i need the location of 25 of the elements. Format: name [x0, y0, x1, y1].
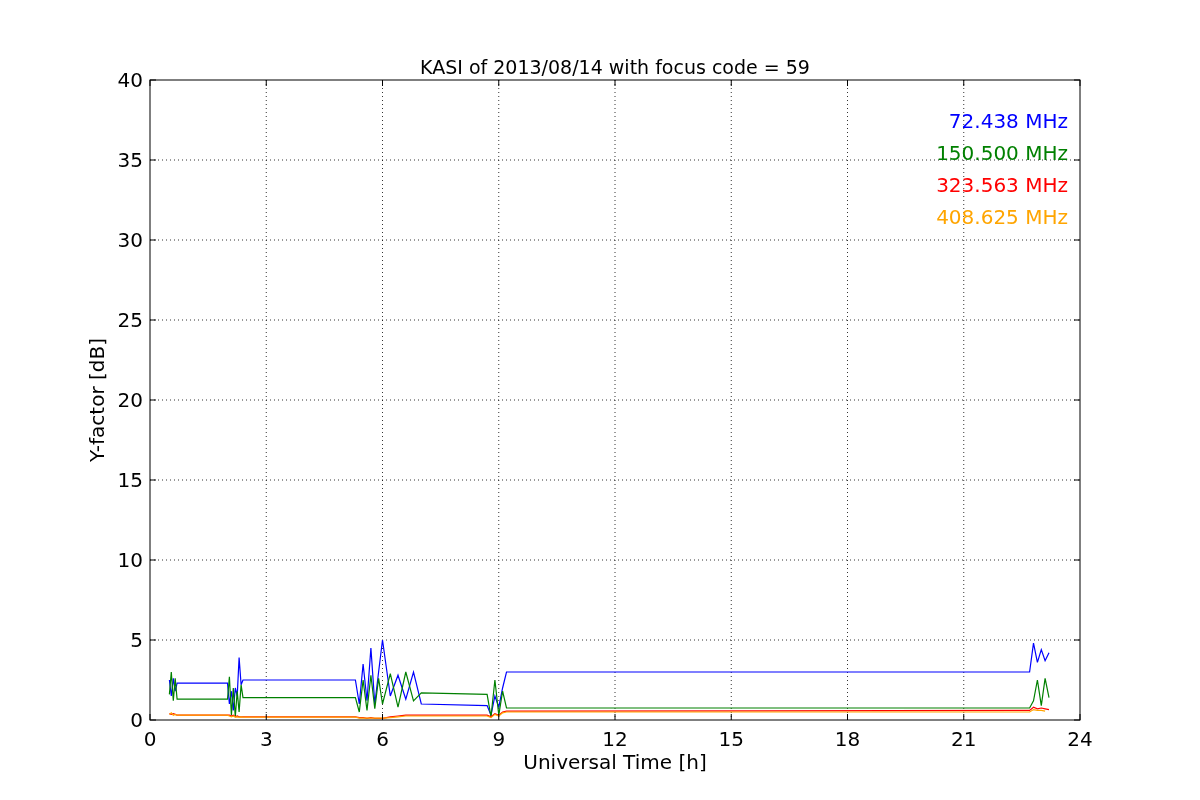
- legend-label: 408.625 MHz: [936, 205, 1068, 229]
- y-tick-label: 20: [117, 388, 143, 412]
- x-tick-label: 3: [259, 727, 273, 751]
- legend-label: 150.500 MHz: [936, 141, 1068, 165]
- y-tick-label: 25: [117, 308, 143, 332]
- x-tick-label: 15: [718, 727, 744, 751]
- y-tick-label: 30: [117, 228, 143, 252]
- x-tick-label: 18: [834, 727, 861, 751]
- y-tick-label: 5: [130, 628, 143, 652]
- y-tick-label: 40: [117, 68, 143, 92]
- x-axis-label: Universal Time [h]: [523, 750, 707, 774]
- x-tick-label: 21: [951, 727, 977, 751]
- y-tick-label: 0: [130, 708, 143, 732]
- y-tick-label: 15: [117, 468, 143, 492]
- y-axis-label: Y-factor [dB]: [85, 338, 109, 462]
- x-tick-label: 6: [376, 727, 389, 751]
- x-tick-label: 12: [602, 727, 628, 751]
- chart-title: KASI of 2013/08/14 with focus code = 59: [420, 56, 810, 78]
- x-tick-label: 0: [143, 727, 157, 751]
- y-tick-label: 35: [117, 148, 143, 172]
- y-tick-label: 10: [117, 548, 143, 572]
- x-tick-label: 9: [492, 727, 506, 751]
- legend-label: 323.563 MHz: [936, 173, 1068, 197]
- x-tick-label: 24: [1067, 727, 1093, 751]
- legend-label: 72.438 MHz: [948, 109, 1068, 133]
